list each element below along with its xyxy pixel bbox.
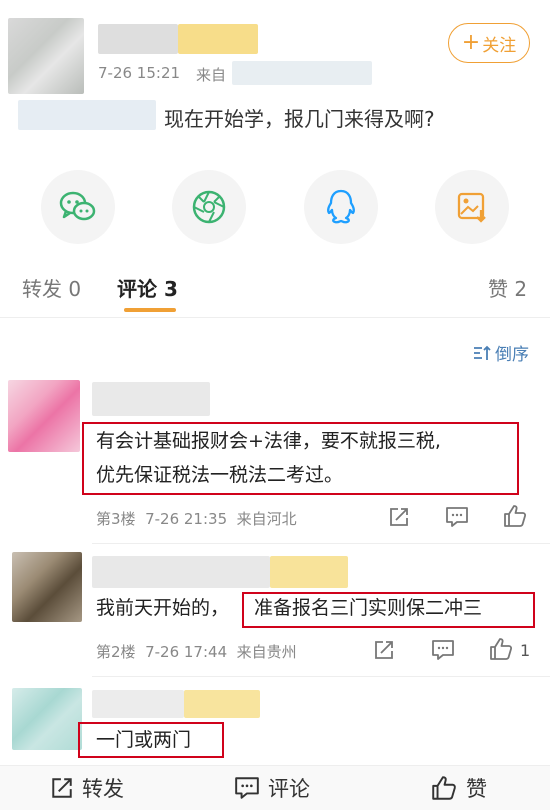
avatar[interactable] xyxy=(12,552,82,622)
username[interactable] xyxy=(92,690,184,718)
comment-label: 评论 xyxy=(268,777,310,801)
like-icon xyxy=(432,776,456,800)
username[interactable] xyxy=(92,556,270,588)
username[interactable] xyxy=(98,24,178,54)
sort-icon xyxy=(474,345,491,360)
like-count: 1 xyxy=(520,641,531,660)
save-image-icon xyxy=(457,192,486,223)
mention-blurred[interactable] xyxy=(18,100,156,130)
comment-divider xyxy=(92,676,550,677)
comment-text-line1: 有会计基础报财会+法律，要不就报三税, xyxy=(96,430,441,452)
comment-icon[interactable] xyxy=(445,506,469,528)
active-tab-indicator xyxy=(124,308,176,312)
repost-icon[interactable] xyxy=(373,639,395,661)
repost-button[interactable]: 转发 xyxy=(50,766,124,810)
tab-repost[interactable]: 转发 0 xyxy=(22,273,81,302)
post-text: 现在开始学，报几门来得及啊? xyxy=(164,107,435,131)
bottom-action-bar: 转发 评论 赞 xyxy=(0,765,550,810)
user-badge xyxy=(270,556,348,588)
comment-text-prefix: 我前天开始的， xyxy=(96,597,230,619)
username[interactable] xyxy=(92,382,210,416)
comment-meta: 第2楼 7-26 17:44 来自贵州 xyxy=(96,643,297,661)
moments-icon xyxy=(192,190,226,224)
comment-text: 一门或两门 xyxy=(96,729,192,751)
share-moments-button[interactable] xyxy=(172,170,246,244)
user-badge xyxy=(184,690,260,718)
avatar[interactable] xyxy=(8,18,84,94)
avatar[interactable] xyxy=(8,380,80,452)
tab-divider xyxy=(0,317,550,318)
wechat-icon xyxy=(59,191,96,221)
comment-button[interactable]: 评论 xyxy=(234,766,310,810)
share-qq-button[interactable] xyxy=(304,170,378,244)
post-source-prefix: 来自 xyxy=(196,66,227,84)
repost-label: 转发 xyxy=(82,777,124,801)
comment-text-line2: 优先保证税法一税法二考过。 xyxy=(96,464,344,486)
follow-label: 关注 xyxy=(482,35,517,56)
like-icon[interactable] xyxy=(488,636,514,662)
comment-meta: 第3楼 7-26 21:35 来自河北 xyxy=(96,510,297,528)
qq-icon xyxy=(327,189,355,224)
post-time: 7-26 15:21 xyxy=(98,64,181,82)
like-icon[interactable] xyxy=(502,503,528,529)
comment-divider xyxy=(92,543,550,544)
like-label: 赞 xyxy=(466,777,487,801)
repost-icon[interactable] xyxy=(388,506,410,528)
tab-like[interactable]: 赞 2 xyxy=(488,273,527,302)
follow-button[interactable]: + 关注 xyxy=(448,23,530,63)
repost-icon xyxy=(52,778,72,798)
like-button[interactable]: 赞 xyxy=(430,766,487,810)
share-save-image-button[interactable] xyxy=(435,170,509,244)
avatar[interactable] xyxy=(12,688,82,750)
post-source xyxy=(232,61,372,85)
user-badge xyxy=(178,24,258,54)
plus-icon: + xyxy=(461,30,481,55)
comment-icon[interactable] xyxy=(431,639,455,661)
sort-label: 倒序 xyxy=(495,345,529,365)
share-wechat-button[interactable] xyxy=(41,170,115,244)
comment-text-highlight: 准备报名三门实则保二冲三 xyxy=(254,597,483,619)
sort-toggle[interactable]: 倒序 xyxy=(472,340,529,365)
comment-icon xyxy=(235,777,259,799)
tab-comment[interactable]: 评论 3 xyxy=(117,273,178,302)
